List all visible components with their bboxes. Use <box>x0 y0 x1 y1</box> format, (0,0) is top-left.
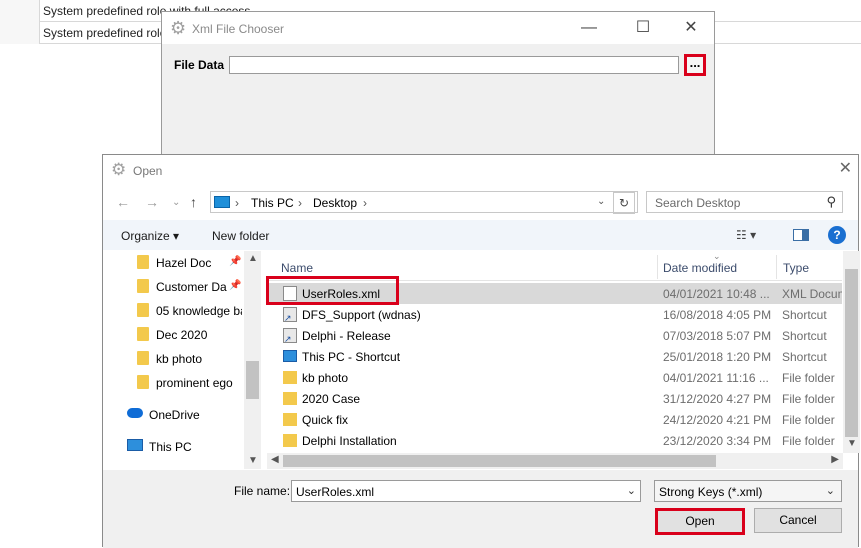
xml-file-chooser-window: ⚙ Xml File Chooser — ☐ ✕ File Data ... <box>161 11 715 161</box>
close-icon[interactable]: ✕ <box>668 12 714 44</box>
chevron-down-icon[interactable]: ⌄ <box>627 484 636 497</box>
folder-icon <box>283 392 297 405</box>
breadcrumb-this-pc[interactable]: This PC <box>251 196 294 210</box>
nav-item-onedrive[interactable]: OneDrive <box>103 404 243 426</box>
maximize-icon[interactable]: ☐ <box>620 12 666 44</box>
pin-icon: 📌 <box>229 256 242 267</box>
gear-icon: ⚙ <box>111 160 127 179</box>
nav-item-knowledge-base[interactable]: 05 knowledge ba <box>103 300 243 322</box>
scrollbar-thumb[interactable] <box>246 361 259 399</box>
folder-icon <box>137 375 149 389</box>
scrollbar-thumb[interactable] <box>845 269 858 437</box>
shortcut-icon <box>283 307 297 324</box>
onedrive-cloud-icon <box>127 408 143 418</box>
xml-file-chooser-titlebar: ⚙ Xml File Chooser — ☐ ✕ <box>162 12 714 44</box>
file-row[interactable]: Quick fix 24/12/2020 4:21 PM File folder <box>267 409 842 430</box>
refresh-icon[interactable]: ↻ <box>613 192 635 214</box>
browse-button[interactable]: ... <box>684 54 706 76</box>
back-icon[interactable]: ← <box>116 194 130 210</box>
chevron-up-icon[interactable]: ▲ <box>248 253 258 264</box>
folder-icon <box>137 255 149 269</box>
minimize-icon[interactable]: — <box>566 12 612 44</box>
nav-item-prominent-ego[interactable]: prominent ego <box>103 372 243 394</box>
nav-item-this-pc[interactable]: This PC <box>103 436 243 458</box>
shortcut-icon <box>283 328 297 345</box>
recent-locations-icon[interactable]: ⌄ <box>172 197 180 208</box>
nav-item-kb-photo[interactable]: kb photo <box>103 348 243 370</box>
dialog-footer: File name: UserRoles.xml ⌄ Strong Keys (… <box>103 470 858 548</box>
window-title: Xml File Chooser <box>192 22 285 36</box>
pin-icon: 📌 <box>229 280 242 291</box>
toolbar: Organize ▾ New folder ☷ ▾ ? <box>103 220 858 250</box>
file-highlight-box <box>266 276 399 305</box>
folder-icon <box>137 279 149 293</box>
forward-icon[interactable]: → <box>145 194 159 210</box>
file-row[interactable]: Delphi Installation 23/12/2020 3:34 PM F… <box>267 430 842 451</box>
nav-item-dec-2020[interactable]: Dec 2020 <box>103 324 243 346</box>
address-bar[interactable]: › This PC › Desktop › ⌄ <box>210 191 638 213</box>
file-list-vertical-scrollbar[interactable]: ▼ <box>843 251 860 453</box>
file-row[interactable]: This PC - Shortcut 25/01/2018 1:20 PM Sh… <box>267 346 842 367</box>
nav-item-hazel-doc[interactable]: Hazel Doc 📌 <box>103 252 243 274</box>
search-input[interactable]: Search Desktop <box>655 196 740 210</box>
chevron-down-icon[interactable]: ⌄ <box>826 484 835 497</box>
folder-icon <box>283 413 297 426</box>
file-name-input[interactable]: UserRoles.xml ⌄ <box>291 480 641 502</box>
folder-icon <box>137 351 149 365</box>
close-icon[interactable]: ✕ <box>839 158 852 178</box>
computer-icon <box>127 439 143 451</box>
search-box[interactable]: Search Desktop ⚲ <box>646 191 843 213</box>
chevron-right-icon: › <box>235 196 239 210</box>
chevron-down-icon: ▾ <box>173 229 180 243</box>
up-icon[interactable]: ↑ <box>190 194 197 210</box>
gear-icon: ⚙ <box>170 18 187 38</box>
chevron-right-icon: › <box>363 196 367 210</box>
file-row[interactable]: 2020 Case 31/12/2020 4:27 PM File folder <box>267 388 842 409</box>
file-row[interactable]: Delphi - Release 07/03/2018 5:07 PM Shor… <box>267 325 842 346</box>
file-row[interactable]: kb photo 04/01/2021 11:16 ... File folde… <box>267 367 842 388</box>
open-dialog: ⚙ Open ✕ ← → ⌄ ↑ › This PC › Desktop › ⌄… <box>102 154 860 548</box>
scrollbar-thumb[interactable] <box>283 455 716 467</box>
chevron-down-icon[interactable]: ▼ <box>248 455 258 466</box>
view-options-icon[interactable]: ☷ ▾ <box>736 228 756 242</box>
chevron-down-icon[interactable]: ⌄ <box>597 196 605 207</box>
file-data-input[interactable] <box>229 56 679 74</box>
chevron-down-icon[interactable]: ▼ <box>847 438 857 449</box>
chevron-right-icon: › <box>298 196 302 210</box>
search-icon: ⚲ <box>826 194 836 209</box>
cancel-button[interactable]: Cancel <box>754 508 842 533</box>
folder-icon <box>137 303 149 317</box>
breadcrumb-desktop[interactable]: Desktop <box>313 196 357 210</box>
new-folder-button[interactable]: New folder <box>212 229 269 243</box>
file-list-horizontal-scrollbar[interactable]: ◀ ▶ <box>267 453 843 469</box>
organize-button[interactable]: Organize ▾ <box>121 229 179 243</box>
folder-icon <box>283 434 297 447</box>
background-row-text: System predefined role v <box>43 26 176 40</box>
file-name-label: File name: <box>234 484 291 498</box>
open-button[interactable]: Open <box>655 508 745 535</box>
column-type[interactable]: Type <box>783 261 809 275</box>
file-type-filter[interactable]: Strong Keys (*.xml) ⌄ <box>654 480 842 502</box>
open-dialog-titlebar: ⚙ Open ✕ <box>103 155 858 185</box>
column-name[interactable]: Name <box>281 261 313 275</box>
chevron-right-icon[interactable]: ▶ <box>831 454 839 465</box>
help-icon[interactable]: ? <box>828 226 846 244</box>
computer-icon <box>214 196 230 208</box>
chevron-left-icon[interactable]: ◀ <box>271 454 279 465</box>
nav-item-customer-data[interactable]: Customer Da 📌 <box>103 276 243 298</box>
nav-scrollbar[interactable]: ▲ ▼ <box>244 251 261 469</box>
file-data-label: File Data <box>174 58 225 72</box>
file-row[interactable]: DFS_Support (wdnas) 16/08/2018 4:05 PM S… <box>267 304 842 325</box>
folder-icon <box>137 327 149 341</box>
navigation-pane: Hazel Doc 📌 Customer Da 📌 05 knowledge b… <box>103 251 260 469</box>
computer-icon <box>283 350 297 362</box>
folder-icon <box>283 371 297 384</box>
preview-pane-icon[interactable] <box>793 229 809 241</box>
column-date-modified[interactable]: Date modified <box>663 261 737 275</box>
dialog-title: Open <box>133 164 163 178</box>
